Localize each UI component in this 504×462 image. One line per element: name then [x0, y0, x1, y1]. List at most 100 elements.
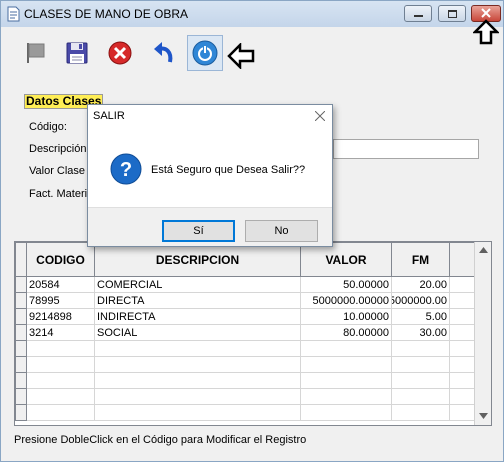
cell-valor[interactable]: 50.00000: [300, 276, 392, 293]
cell-descripcion[interactable]: DIRECTA: [94, 292, 301, 309]
table-row[interactable]: 78995 DIRECTA 5000000.00000 5000000.00: [15, 292, 476, 309]
arrow-up-icon: [473, 19, 499, 45]
descripcion-field[interactable]: [333, 139, 479, 159]
dialog-close-button[interactable]: [312, 108, 328, 124]
grid-table: CODIGO DESCRIPCION VALOR FM 20584 COMERC…: [15, 242, 476, 421]
cell-codigo[interactable]: 3214: [26, 324, 95, 341]
question-icon: ?: [110, 153, 142, 185]
minimize-button[interactable]: [404, 5, 432, 22]
window-title: CLASES DE MANO DE OBRA: [24, 7, 189, 21]
row-selector[interactable]: [15, 276, 27, 293]
cell-empty[interactable]: [300, 356, 392, 373]
cancel-button[interactable]: [102, 35, 138, 71]
cell-fm[interactable]: 5.00: [391, 308, 450, 325]
cell-empty[interactable]: [94, 388, 301, 405]
table-row[interactable]: 9214898 INDIRECTA 10.00000 5.00: [15, 308, 476, 325]
cell-codigo[interactable]: 9214898: [26, 308, 95, 325]
table-row[interactable]: [15, 388, 476, 405]
maximize-icon: [448, 10, 457, 18]
cell-valor[interactable]: 10.00000: [300, 308, 392, 325]
row-selector[interactable]: [15, 388, 27, 405]
cell-fm[interactable]: 20.00: [391, 276, 450, 293]
cell-valor[interactable]: 80.00000: [300, 324, 392, 341]
cell-empty[interactable]: [391, 340, 450, 357]
cell-valor[interactable]: 5000000.00000: [300, 292, 392, 309]
column-header-blank: [449, 242, 476, 277]
main-window: CLASES DE MANO DE OBRA Datos Clases Códi…: [0, 0, 504, 462]
undo-arrow-icon: [154, 42, 173, 63]
floppy-disk-icon: [66, 42, 88, 64]
column-header-descripcion[interactable]: DESCRIPCION: [94, 242, 301, 277]
table-row[interactable]: [15, 404, 476, 421]
row-selector[interactable]: [15, 356, 27, 373]
app-icon: [7, 6, 20, 22]
row-selector[interactable]: [15, 308, 27, 325]
valor-clase-label: Valor Clase: [29, 165, 86, 177]
cell-descripcion[interactable]: INDIRECTA: [94, 308, 301, 325]
cell-empty[interactable]: [300, 388, 392, 405]
cell-empty[interactable]: [300, 340, 392, 357]
cell-empty[interactable]: [391, 356, 450, 373]
scroll-down-button[interactable]: [475, 408, 491, 424]
cell-empty[interactable]: [391, 404, 450, 421]
codigo-label: Código:: [29, 121, 67, 133]
scroll-up-icon: [478, 247, 488, 253]
cell-codigo[interactable]: 20584: [26, 276, 95, 293]
cell-empty[interactable]: [94, 404, 301, 421]
clases-grid[interactable]: CODIGO DESCRIPCION VALOR FM 20584 COMERC…: [14, 241, 492, 426]
title-bar[interactable]: CLASES DE MANO DE OBRA: [1, 1, 503, 27]
cell-empty[interactable]: [26, 372, 95, 389]
cell-fm[interactable]: 30.00: [391, 324, 450, 341]
exit-button[interactable]: [187, 35, 223, 71]
grid-header-row: CODIGO DESCRIPCION VALOR FM: [15, 242, 476, 277]
cell-codigo[interactable]: 78995: [26, 292, 95, 309]
table-row[interactable]: 20584 COMERCIAL 50.00000 20.00: [15, 276, 476, 293]
dialog-message: Está Seguro que Desea Salir??: [151, 164, 306, 176]
maximize-button[interactable]: [438, 5, 466, 22]
row-selector[interactable]: [15, 292, 27, 309]
cell-empty[interactable]: [300, 372, 392, 389]
cell-empty[interactable]: [94, 372, 301, 389]
new-button[interactable]: [18, 35, 54, 71]
flag-icon: [27, 43, 45, 63]
cell-empty[interactable]: [26, 404, 95, 421]
cell-empty[interactable]: [26, 388, 95, 405]
red-x-circle-icon: [108, 41, 132, 65]
no-button[interactable]: No: [245, 220, 318, 242]
minimize-icon: [414, 15, 423, 17]
save-button[interactable]: [59, 35, 95, 71]
factor-material-label: Fact. Material: [29, 188, 96, 200]
scroll-up-button[interactable]: [475, 242, 491, 258]
cell-blank: [449, 356, 476, 373]
cell-empty[interactable]: [26, 340, 95, 357]
row-selector[interactable]: [15, 324, 27, 341]
grid-vertical-scrollbar[interactable]: [474, 242, 491, 425]
row-selector[interactable]: [15, 372, 27, 389]
power-icon: [192, 40, 218, 66]
column-header-fm[interactable]: FM: [391, 242, 450, 277]
cell-empty[interactable]: [391, 372, 450, 389]
cell-empty[interactable]: [94, 340, 301, 357]
cell-blank: [449, 308, 476, 325]
cell-empty[interactable]: [391, 388, 450, 405]
cell-empty[interactable]: [26, 356, 95, 373]
table-row[interactable]: [15, 340, 476, 357]
row-selector[interactable]: [15, 404, 27, 421]
cell-empty[interactable]: [94, 356, 301, 373]
cell-blank: [449, 292, 476, 309]
cell-empty[interactable]: [300, 404, 392, 421]
row-selector-header: [15, 242, 27, 277]
column-header-valor[interactable]: VALOR: [300, 242, 392, 277]
cell-fm[interactable]: 5000000.00: [391, 292, 450, 309]
yes-button[interactable]: Sí: [162, 220, 235, 242]
cell-descripcion[interactable]: SOCIAL: [94, 324, 301, 341]
cell-blank: [449, 372, 476, 389]
column-header-codigo[interactable]: CODIGO: [26, 242, 95, 277]
dialog-footer: Sí No: [88, 207, 332, 246]
table-row[interactable]: 3214 SOCIAL 80.00000 30.00: [15, 324, 476, 341]
table-row[interactable]: [15, 356, 476, 373]
cell-descripcion[interactable]: COMERCIAL: [94, 276, 301, 293]
table-row[interactable]: [15, 372, 476, 389]
undo-button[interactable]: [145, 35, 181, 71]
row-selector[interactable]: [15, 340, 27, 357]
